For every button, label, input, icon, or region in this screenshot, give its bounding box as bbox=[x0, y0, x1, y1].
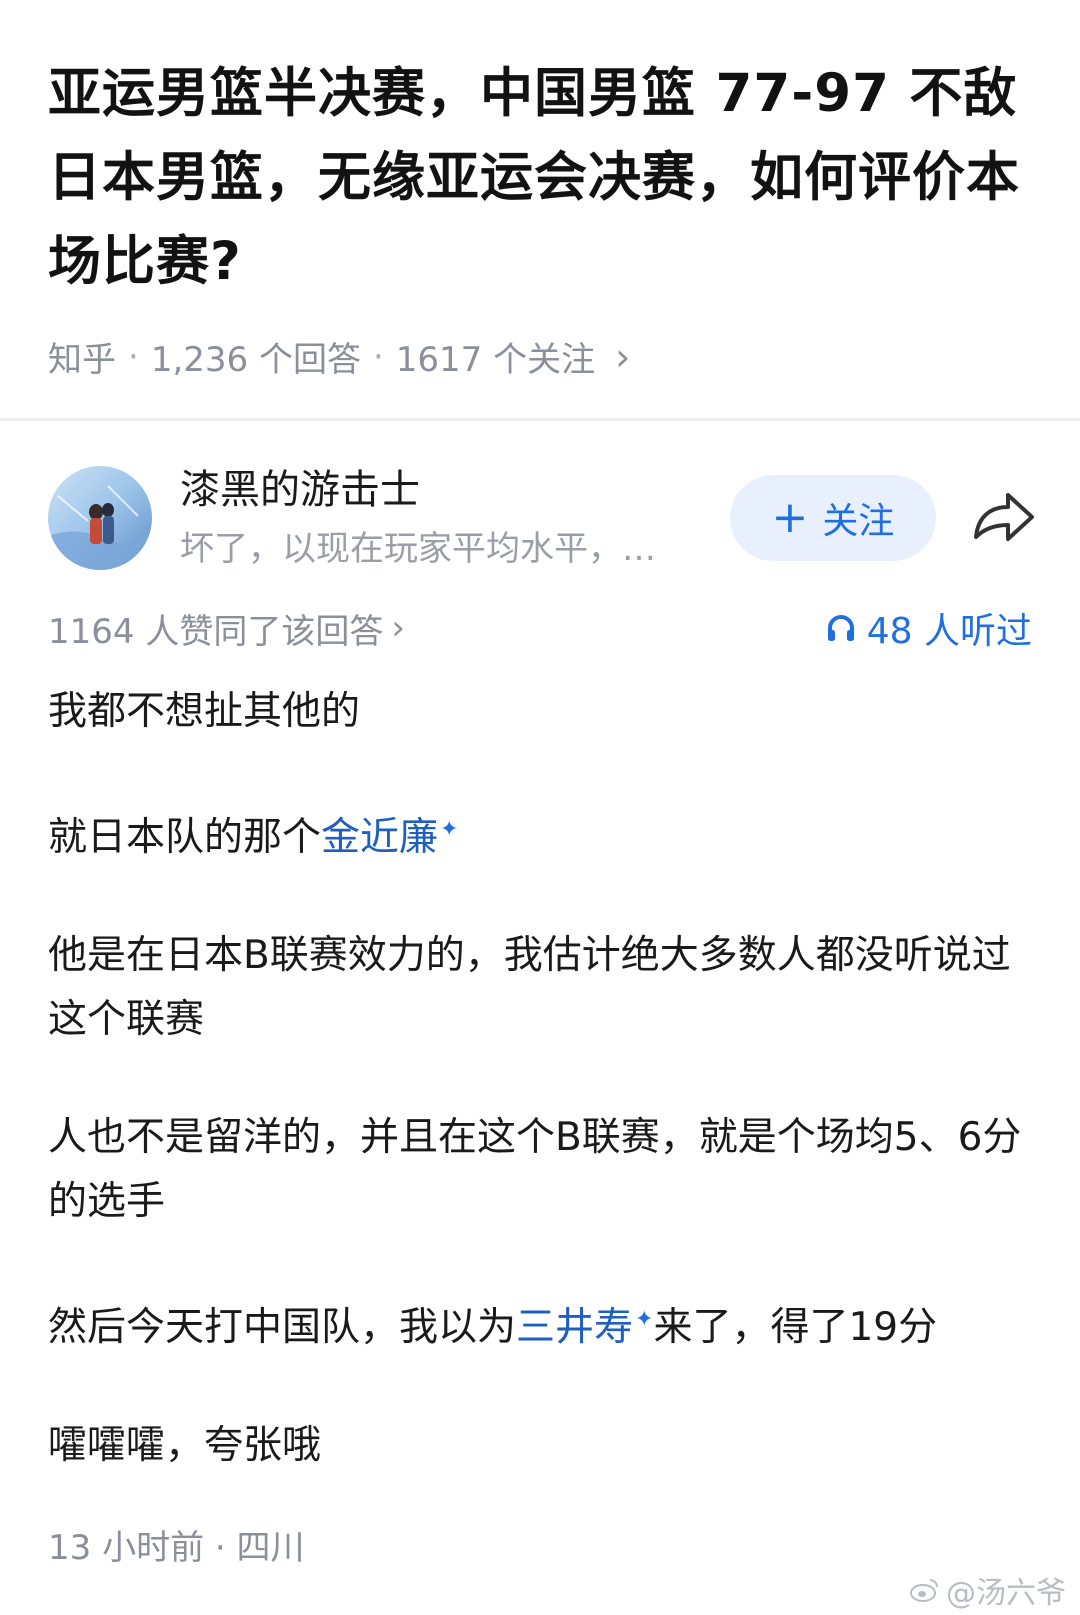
listen-button[interactable]: 48 人听过 bbox=[825, 602, 1032, 654]
answer-paragraph: 我都不想扯其他的 bbox=[48, 689, 361, 734]
chevron-right-icon: › bbox=[391, 608, 405, 648]
text-span: 来了，得了19分 bbox=[653, 1305, 938, 1350]
entity-link-jin-jinlian[interactable]: 金近廉 bbox=[321, 815, 438, 860]
question-meta[interactable]: 知乎 · 1,236 个回答 · 1617 个关注 › bbox=[48, 332, 1032, 381]
text-span: 就日本队的那个 bbox=[48, 815, 322, 860]
text-span: 然后今天打中国队，我以为 bbox=[48, 1305, 517, 1350]
author-bio: 坏了，以现在玩家平均水平，… bbox=[180, 529, 656, 569]
follow-button[interactable]: + 关注 bbox=[730, 475, 936, 561]
follow-label: 关注 bbox=[822, 501, 895, 542]
question-header: 亚运男篮半决赛，中国男篮 77-97 不敌日本男篮，无缘亚运会决赛，如何评价本场… bbox=[0, 0, 1080, 381]
weibo-logo-icon bbox=[910, 1579, 938, 1602]
watermark-text: @汤六爷 bbox=[946, 1576, 1066, 1611]
source-label: 知乎 bbox=[48, 340, 116, 380]
listened-count: 48 人听过 bbox=[866, 611, 1032, 652]
answer-paragraph: 然后今天打中国队，我以为三井寿✦来了，得了19分 bbox=[48, 1288, 1038, 1360]
separator: · bbox=[372, 336, 384, 377]
avatar[interactable] bbox=[48, 466, 152, 570]
answer-time-location: 13 小时前 · 四川 bbox=[48, 1528, 305, 1568]
answer-paragraph: 嚯嚯嚯，夸张哦 bbox=[48, 1423, 322, 1468]
chevron-right-icon: › bbox=[615, 334, 631, 379]
followers-count: 1617 个关注 bbox=[395, 340, 596, 380]
entity-link-mitsui-hisashi[interactable]: 三井寿 bbox=[516, 1305, 633, 1350]
answer-paragraph: 他是在日本B联赛效力的，我估计绝大多数人都没听说过这个联赛 bbox=[48, 933, 1011, 1042]
answer-stats: 1164 人赞同了该回答 › 48 人听过 bbox=[48, 602, 1032, 654]
answer-content: 我都不想扯其他的 就日本队的那个金近廉✦ 他是在日本B联赛效力的，我估计绝大多数… bbox=[48, 680, 1038, 1532]
answers-count: 1,236 个回答 bbox=[150, 340, 361, 380]
headphones-icon bbox=[827, 615, 854, 641]
sparkle-icon: ✦ bbox=[635, 1307, 654, 1332]
separator: · bbox=[128, 336, 139, 377]
answer-paragraph: 人也不是留洋的，并且在这个B联赛，就是个场均5、6分的选手 bbox=[48, 1115, 1022, 1224]
plus-icon: + bbox=[771, 492, 809, 543]
votes-count: 1164 人赞同了该回答 bbox=[48, 611, 384, 652]
author-info: 漆黑的游击士 坏了，以现在玩家平均水平，… bbox=[180, 463, 690, 573]
question-title[interactable]: 亚运男篮半决赛，中国男篮 77-97 不敌日本男篮，无缘亚运会决赛，如何评价本场… bbox=[48, 52, 1032, 304]
sparkle-icon: ✦ bbox=[440, 817, 459, 842]
author-row: 漆黑的游击士 坏了，以现在玩家平均水平，… + 关注 bbox=[48, 463, 1034, 573]
author-name[interactable]: 漆黑的游击士 bbox=[180, 463, 690, 517]
watermark: @汤六爷 bbox=[910, 1568, 1066, 1612]
answer-paragraph: 就日本队的那个金近廉✦ bbox=[48, 798, 1038, 870]
section-divider bbox=[0, 418, 1080, 421]
votes-link[interactable]: 1164 人赞同了该回答 › bbox=[48, 604, 405, 653]
share-icon[interactable] bbox=[968, 481, 1040, 553]
